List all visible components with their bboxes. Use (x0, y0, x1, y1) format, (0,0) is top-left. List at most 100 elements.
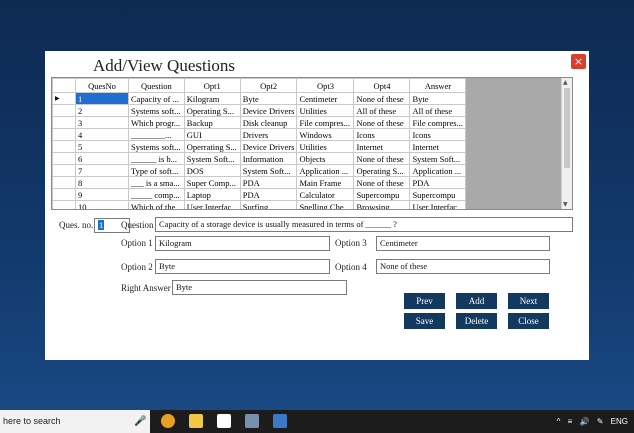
col-header-opt4[interactable]: Opt4 (353, 78, 411, 93)
table-row[interactable]: 8 ___ is a sma... Super Comp... PDA Main Fra… (52, 176, 467, 189)
table-cell[interactable]: Internet (353, 140, 411, 153)
table-row[interactable]: 9 _____ comp... Laptop PDA Calculator Superco… (52, 188, 467, 201)
col-header-opt2[interactable]: Opt2 (239, 78, 298, 93)
taskbar-search-box[interactable]: here to search (0, 410, 150, 433)
questions-grid[interactable]: QuesNo Question Opt1 Opt2 Opt3 Opt4 Answ… (51, 77, 573, 210)
pen-icon[interactable]: ✎ (597, 417, 604, 426)
table-cell[interactable]: ________... (128, 128, 185, 141)
table-cell[interactable]: Supercompu (409, 188, 467, 201)
table-cell[interactable]: Operating S... (353, 164, 411, 177)
table-cell[interactable]: Kilogram (183, 92, 241, 105)
row-selector[interactable] (52, 152, 76, 165)
table-cell[interactable]: Byte (239, 92, 298, 105)
chevron-up-icon[interactable]: ^ (557, 417, 561, 426)
table-cell[interactable]: 3 (75, 116, 129, 129)
close-button[interactable]: Close (508, 313, 549, 329)
table-row[interactable]: 5 Systems soft... Operrating S... Device Dr… (52, 140, 467, 153)
scroll-up-icon[interactable]: ▲ (563, 79, 568, 86)
table-cell[interactable]: None of these (353, 176, 411, 189)
table-cell[interactable]: Centimeter (296, 92, 355, 105)
table-row[interactable]: 2 Systems soft... Operating S... Device Dri… (52, 104, 467, 117)
table-cell[interactable]: Device Drivers (239, 140, 298, 153)
table-cell[interactable]: File compres... (409, 116, 467, 129)
row-selector[interactable] (52, 188, 76, 201)
col-header-quesno[interactable]: QuesNo (75, 78, 129, 93)
table-cell[interactable]: _____ comp... (128, 188, 185, 201)
visual-studio-icon[interactable] (273, 414, 287, 428)
table-row[interactable]: 4 ________... GUI Drivers Windows Icons Icons (52, 128, 467, 141)
table-cell[interactable]: Which progr... (128, 116, 185, 129)
scroll-down-icon[interactable]: ▼ (563, 201, 568, 208)
table-cell[interactable]: Supercompu (353, 188, 411, 201)
grid-vertical-scrollbar[interactable]: ▲ ▼ (561, 78, 572, 209)
col-header-opt3[interactable]: Opt3 (296, 78, 355, 93)
table-cell[interactable]: None of these (353, 152, 411, 165)
table-cell[interactable]: Windows (296, 128, 355, 141)
network-icon[interactable]: ≡ (568, 417, 573, 426)
row-selector[interactable] (52, 176, 76, 189)
col-header-answer[interactable]: Answer (409, 78, 467, 93)
table-cell[interactable]: Capacity of ... (128, 92, 185, 105)
row-selector[interactable] (52, 116, 76, 129)
row-selector[interactable] (52, 128, 76, 141)
table-cell[interactable]: Type of soft... (128, 164, 185, 177)
table-cell[interactable]: Objects (296, 152, 355, 165)
table-cell[interactable]: Main Frame (296, 176, 355, 189)
table-cell[interactable]: File compres... (296, 116, 355, 129)
table-row[interactable]: 3 Which progr... Backup Disk cleanup File co… (52, 116, 467, 129)
sticky-notes-icon[interactable] (217, 414, 231, 428)
row-selector[interactable] (52, 104, 76, 117)
table-cell[interactable]: PDA (239, 176, 298, 189)
add-button[interactable]: Add (456, 293, 497, 309)
table-cell[interactable]: 9 (75, 188, 129, 201)
scroll-thumb[interactable] (564, 88, 570, 168)
row-selector[interactable] (52, 200, 76, 209)
table-cell[interactable]: None of these (353, 116, 411, 129)
table-cell[interactable]: Operrating S... (183, 140, 241, 153)
question-field[interactable]: Capacity of a storage device is usually … (155, 217, 573, 232)
table-cell[interactable]: Operating S... (183, 104, 241, 117)
table-cell[interactable]: 10 (75, 200, 129, 209)
option4-field[interactable]: None of these (376, 259, 550, 274)
table-cell[interactable]: All of these (353, 104, 411, 117)
table-cell[interactable]: System Soft... (239, 164, 298, 177)
table-cell[interactable]: None of these (353, 92, 411, 105)
table-cell[interactable]: 5 (75, 140, 129, 153)
table-cell[interactable]: Byte (409, 92, 467, 105)
close-window-button[interactable]: × (571, 54, 586, 69)
table-cell[interactable]: Device Drivers (239, 104, 298, 117)
table-cell[interactable]: DOS (183, 164, 241, 177)
table-cell[interactable]: Internet (409, 140, 467, 153)
volume-icon[interactable]: 🔊 (580, 417, 590, 426)
table-cell[interactable]: 6 (75, 152, 129, 165)
table-cell[interactable]: Browsing (353, 200, 411, 209)
table-cell[interactable]: Systems soft... (128, 104, 185, 117)
prev-button[interactable]: Prev (404, 293, 445, 309)
table-cell[interactable]: Calculator (296, 188, 355, 201)
table-cell[interactable]: PDA (239, 188, 298, 201)
delete-button[interactable]: Delete (456, 313, 497, 329)
table-cell[interactable]: System Soft... (409, 152, 467, 165)
table-cell[interactable]: Utilities (296, 140, 355, 153)
save-button[interactable]: Save (404, 313, 445, 329)
option1-field[interactable]: Kilogram (155, 236, 330, 251)
table-cell[interactable]: Application ... (296, 164, 355, 177)
table-cell[interactable]: All of these (409, 104, 467, 117)
table-cell[interactable]: ______ is b... (128, 152, 185, 165)
table-cell[interactable]: Systems soft... (128, 140, 185, 153)
language-indicator[interactable]: ENG (611, 417, 628, 426)
option2-field[interactable]: Byte (155, 259, 330, 274)
table-cell[interactable]: User Interfac... (409, 200, 467, 209)
table-cell[interactable]: 8 (75, 176, 129, 189)
microphone-icon[interactable]: 🎤 (134, 416, 146, 427)
table-cell[interactable]: 2 (75, 104, 129, 117)
table-row[interactable]: ▶ 1 Capacity of ... Kilogram Byte Centimeter N… (52, 92, 467, 105)
table-cell[interactable]: Utilities (296, 104, 355, 117)
table-cell[interactable]: Information (239, 152, 298, 165)
right-answer-field[interactable]: Byte (172, 280, 347, 295)
table-cell[interactable]: Icons (409, 128, 467, 141)
file-explorer-icon[interactable] (189, 414, 203, 428)
row-selector[interactable]: ▶ (52, 92, 76, 105)
table-cell[interactable]: 7 (75, 164, 129, 177)
table-cell[interactable]: User Interfac... (183, 200, 241, 209)
